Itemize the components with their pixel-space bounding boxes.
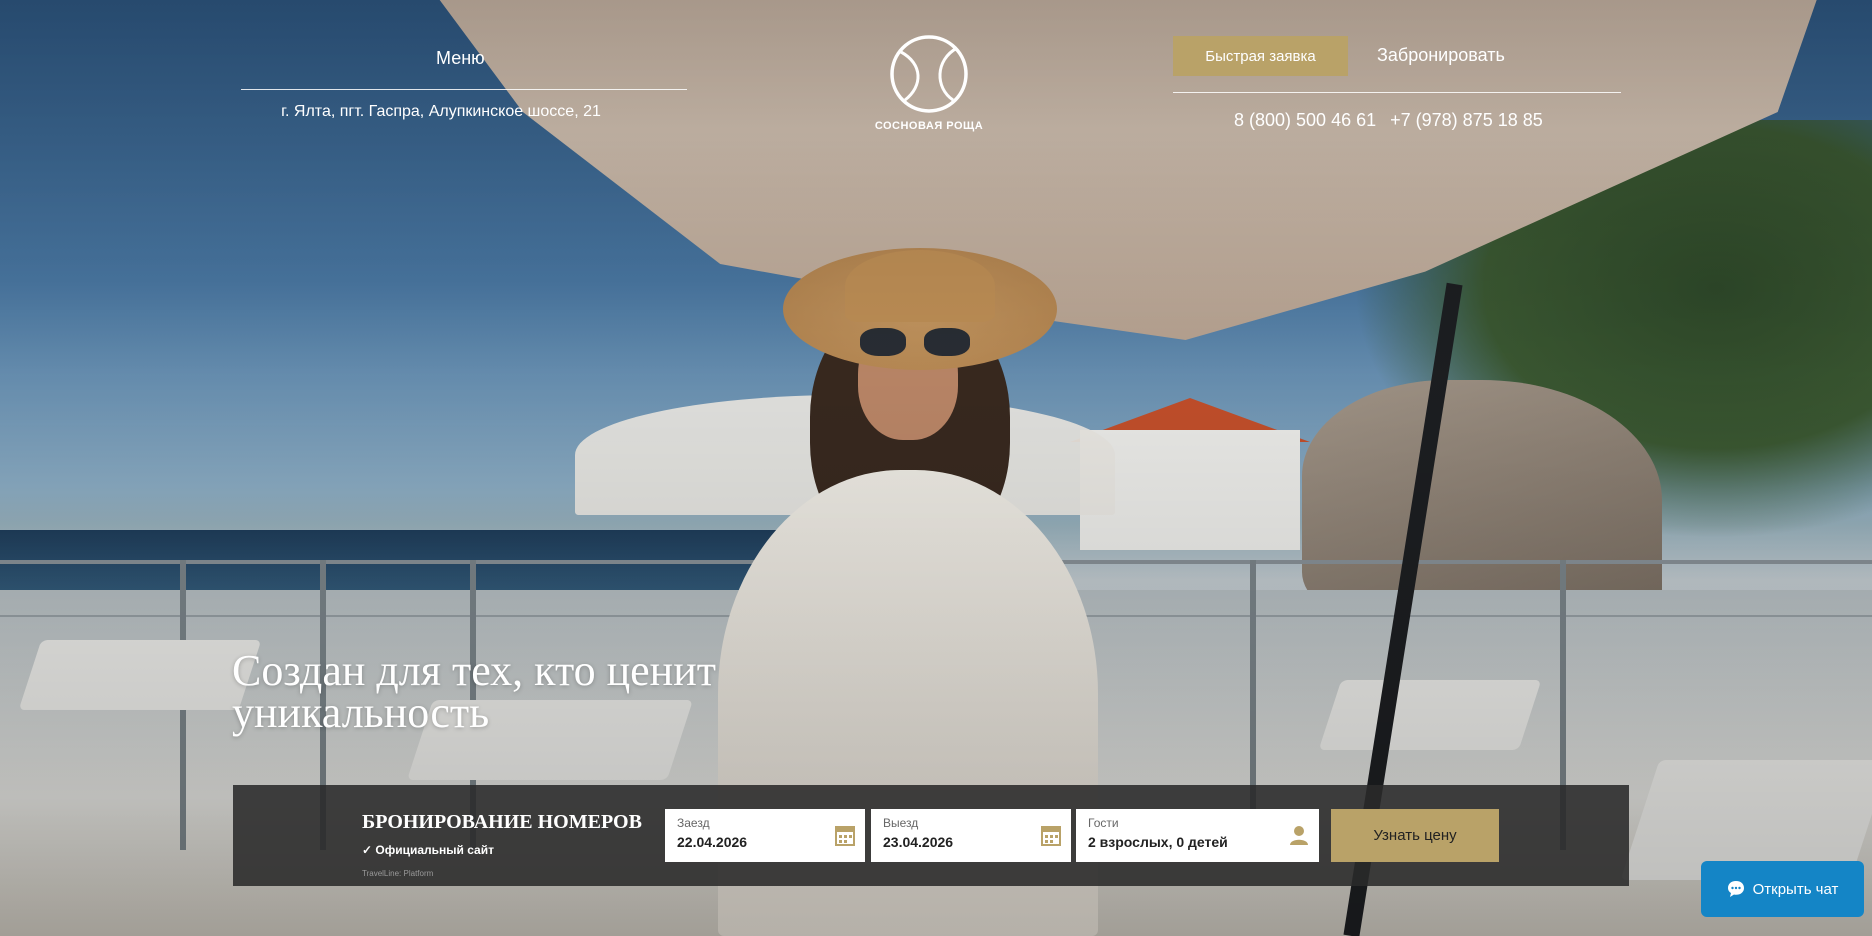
chat-bubble-icon xyxy=(1727,881,1744,897)
booking-title: БРОНИРОВАНИЕ НОМЕРОВ xyxy=(362,811,642,833)
checkout-date-field[interactable]: Выезд 23.04.2026 xyxy=(871,809,1071,862)
quick-request-button[interactable]: Быстрая заявка xyxy=(1173,36,1348,76)
checkin-label: Заезд xyxy=(677,816,710,830)
open-chat-button[interactable]: Открыть чат xyxy=(1701,861,1864,917)
address: г. Ялта, пгт. Гаспра, Алупкинское шоссе,… xyxy=(281,103,601,120)
official-site-label: ✓ Официальный сайт xyxy=(362,843,494,857)
phones: 8 (800) 500 46 61 +7 (978) 875 18 85 xyxy=(1234,110,1543,131)
checkout-label: Выезд xyxy=(883,816,919,830)
checkin-value: 22.04.2026 xyxy=(677,834,748,850)
open-chat-label: Открыть чат xyxy=(1752,880,1839,898)
header-divider-left xyxy=(241,89,687,90)
calendar-icon xyxy=(835,826,855,846)
checkin-date-field[interactable]: Заезд 22.04.2026 xyxy=(665,809,865,862)
calendar-icon xyxy=(1041,826,1061,846)
get-price-button[interactable]: Узнать цену xyxy=(1331,809,1499,862)
guests-field[interactable]: Гости 2 взрослых, 0 детей xyxy=(1076,809,1319,862)
platform-credit: TravelLine: Platform xyxy=(362,869,434,878)
header-divider-right xyxy=(1173,92,1621,93)
checkout-value: 23.04.2026 xyxy=(883,834,954,850)
hero-title-line-2: уникальность xyxy=(232,688,490,737)
book-link[interactable]: Забронировать xyxy=(1377,45,1505,66)
hero-title: Создан для тех, кто ценит уникальность xyxy=(232,649,932,737)
guests-label: Гости xyxy=(1088,816,1119,830)
tennis-ball-logo-icon xyxy=(890,35,968,113)
person-icon xyxy=(1290,826,1308,845)
booking-widget: БРОНИРОВАНИЕ НОМЕРОВ ✓ Официальный сайт … xyxy=(233,785,1629,886)
logo[interactable]: СОСНОВАЯ РОЩА xyxy=(864,34,994,132)
menu-link[interactable]: Меню xyxy=(436,48,485,69)
phone-link-1[interactable]: 8 (800) 500 46 61 xyxy=(1234,110,1376,130)
logo-text: СОСНОВАЯ РОЩА xyxy=(874,120,984,132)
guests-value: 2 взрослых, 0 детей xyxy=(1088,834,1228,850)
phone-link-2[interactable]: +7 (978) 875 18 85 xyxy=(1390,110,1543,130)
